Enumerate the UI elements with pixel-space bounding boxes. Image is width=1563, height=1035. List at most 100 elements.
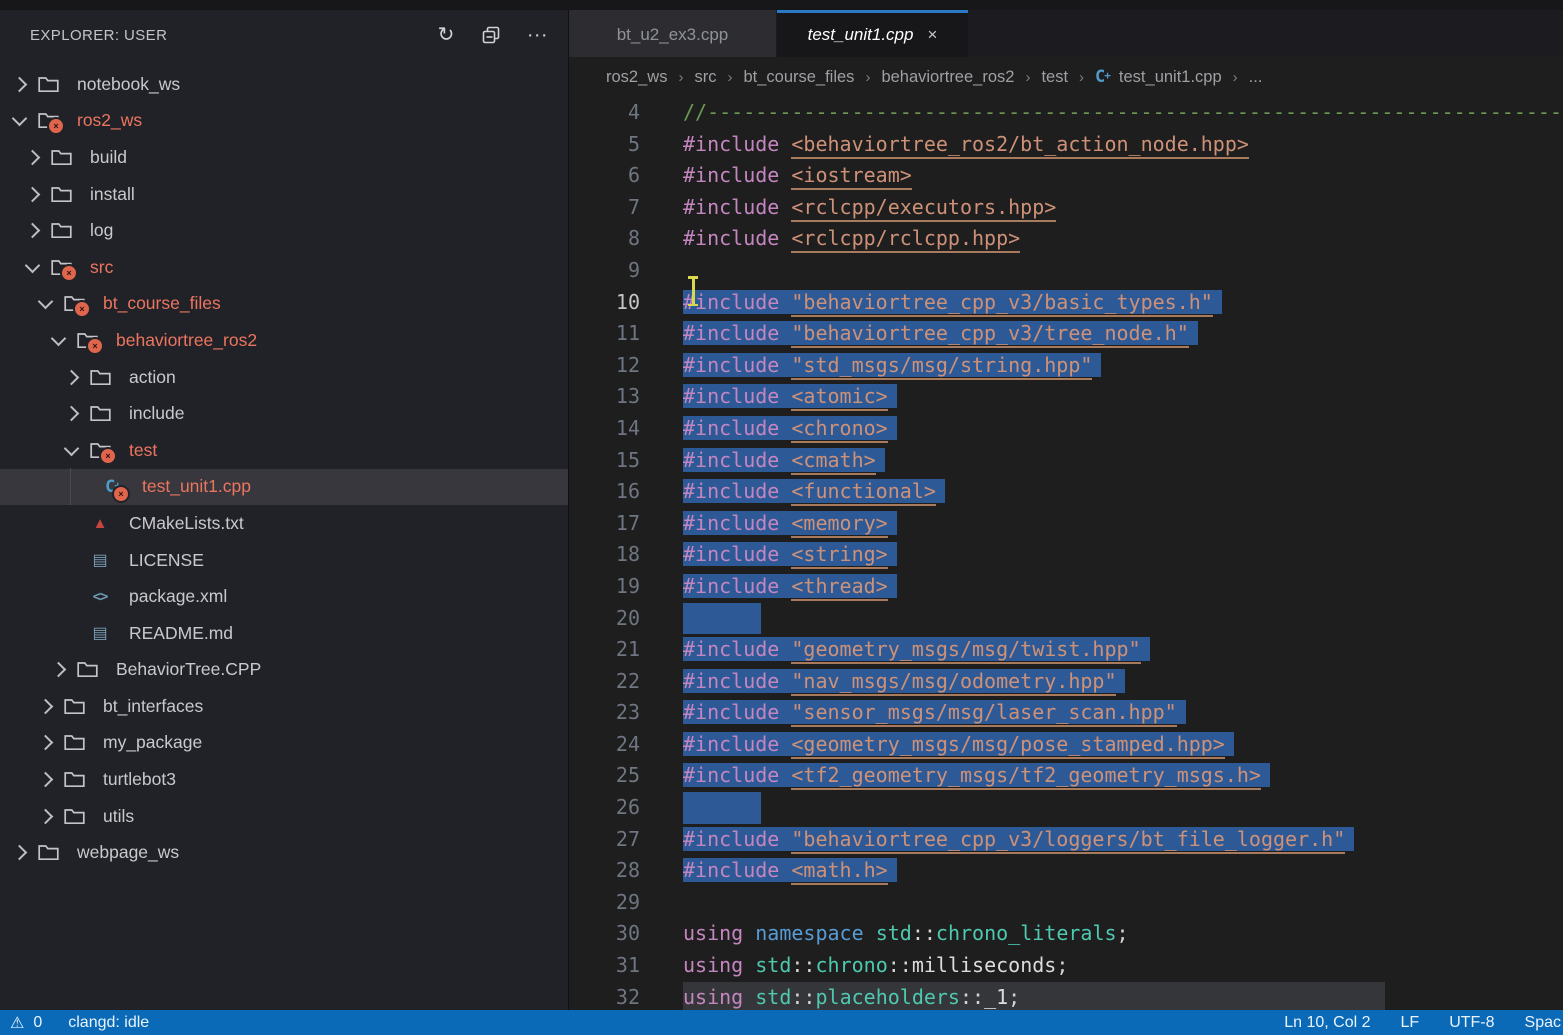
chevron-right-icon[interactable]	[64, 406, 80, 422]
close-icon[interactable]: ×	[927, 25, 937, 45]
line-number[interactable]: 9	[569, 255, 640, 287]
line-number[interactable]: 11	[569, 318, 640, 350]
tree-item-webpage_ws[interactable]: webpage_ws	[0, 834, 568, 871]
indent-indicator[interactable]: Spac	[1525, 1014, 1561, 1032]
chevron-down-icon[interactable]	[25, 257, 41, 273]
line-number[interactable]: 4	[569, 97, 640, 129]
breadcrumb-item-bt_course_files[interactable]: bt_course_files	[743, 68, 854, 87]
tree-item-build[interactable]: build	[0, 139, 568, 176]
breadcrumb-item-test_unit1.cpp[interactable]: test_unit1.cpp	[1119, 68, 1222, 87]
chevron-right-icon[interactable]	[25, 223, 41, 239]
code-line-14[interactable]: 14#include <chrono>	[569, 413, 1563, 445]
code-line-28[interactable]: 28#include <math.h>	[569, 855, 1563, 887]
encoding-indicator[interactable]: UTF-8	[1449, 1014, 1494, 1032]
line-number[interactable]: 8	[569, 223, 640, 255]
tree-item-include[interactable]: include	[0, 395, 568, 432]
line-number[interactable]: 32	[569, 982, 640, 1010]
chevron-right-icon[interactable]	[12, 845, 28, 861]
chevron-down-icon[interactable]	[38, 294, 54, 310]
line-number[interactable]: 10	[569, 287, 640, 319]
line-number[interactable]: 6	[569, 160, 640, 192]
line-number[interactable]: 13	[569, 381, 640, 413]
tab-bt_u2_ex3.cpp[interactable]: bt_u2_ex3.cpp	[569, 10, 776, 57]
line-number[interactable]: 28	[569, 855, 640, 887]
tree-item-action[interactable]: action	[0, 359, 568, 396]
tree-item-package.xml[interactable]: <>package.xml	[0, 578, 568, 615]
code-line-30[interactable]: 30using namespace std::chrono_literals;	[569, 918, 1563, 950]
code-line-20[interactable]: 20	[569, 603, 1563, 635]
code-line-6[interactable]: 6#include <iostream>	[569, 160, 1563, 192]
chevron-right-icon[interactable]	[51, 662, 67, 678]
code-line-23[interactable]: 23#include "sensor_msgs/msg/laser_scan.h…	[569, 697, 1563, 729]
chevron-down-icon[interactable]	[12, 111, 28, 127]
chevron-right-icon[interactable]	[38, 808, 54, 824]
collapse-folders-icon[interactable]	[482, 26, 500, 44]
line-number[interactable]: 15	[569, 445, 640, 477]
line-number[interactable]: 27	[569, 824, 640, 856]
tree-item-BehaviorTree.CPP[interactable]: BehaviorTree.CPP	[0, 652, 568, 689]
breadcrumb-item-ros2_ws[interactable]: ros2_ws	[606, 68, 667, 87]
tree-item-notebook_ws[interactable]: notebook_ws	[0, 66, 568, 103]
line-number[interactable]: 5	[569, 129, 640, 161]
line-number[interactable]: 7	[569, 192, 640, 224]
code-editor[interactable]: 4//-------------------------------------…	[569, 97, 1563, 1010]
line-number[interactable]: 30	[569, 918, 640, 950]
eol-indicator[interactable]: LF	[1401, 1014, 1420, 1032]
line-number[interactable]: 26	[569, 792, 640, 824]
chevron-right-icon[interactable]	[25, 150, 41, 166]
line-number[interactable]: 16	[569, 476, 640, 508]
tree-item-install[interactable]: install	[0, 176, 568, 213]
code-line-22[interactable]: 22#include "nav_msgs/msg/odometry.hpp"	[569, 666, 1563, 698]
code-line-5[interactable]: 5#include <behaviortree_ros2/bt_action_n…	[569, 129, 1563, 161]
line-number[interactable]: 12	[569, 350, 640, 382]
chevron-right-icon[interactable]	[38, 772, 54, 788]
code-line-4[interactable]: 4//-------------------------------------…	[569, 97, 1563, 129]
line-number[interactable]: 20	[569, 603, 640, 635]
chevron-right-icon[interactable]	[64, 369, 80, 385]
tree-item-README.md[interactable]: ▤README.md	[0, 615, 568, 652]
breadcrumb-item-...[interactable]: ...	[1249, 68, 1263, 87]
chevron-right-icon[interactable]	[25, 186, 41, 202]
tree-item-behaviortree_ros2[interactable]: ×behaviortree_ros2	[0, 322, 568, 359]
code-line-17[interactable]: 17#include <memory>	[569, 508, 1563, 540]
code-line-26[interactable]: 26	[569, 792, 1563, 824]
code-line-11[interactable]: 11#include "behaviortree_cpp_v3/tree_nod…	[569, 318, 1563, 350]
breadcrumb-item-test[interactable]: test	[1041, 68, 1068, 87]
code-line-16[interactable]: 16#include <functional>	[569, 476, 1563, 508]
tree-item-CMakeLists.txt[interactable]: ▲CMakeLists.txt	[0, 505, 568, 542]
tree-item-my_package[interactable]: my_package	[0, 725, 568, 762]
code-line-24[interactable]: 24#include <geometry_msgs/msg/pose_stamp…	[569, 729, 1563, 761]
tree-item-bt_course_files[interactable]: ×bt_course_files	[0, 286, 568, 323]
code-line-9[interactable]: 9	[569, 255, 1563, 287]
chevron-down-icon[interactable]	[64, 440, 80, 456]
code-line-21[interactable]: 21#include "geometry_msgs/msg/twist.hpp"	[569, 634, 1563, 666]
code-line-18[interactable]: 18#include <string>	[569, 539, 1563, 571]
chevron-right-icon[interactable]	[12, 77, 28, 93]
code-line-15[interactable]: 15#include <cmath>	[569, 445, 1563, 477]
cursor-position[interactable]: Ln 10, Col 2	[1284, 1014, 1370, 1032]
code-line-7[interactable]: 7#include <rclcpp/executors.hpp>	[569, 192, 1563, 224]
line-number[interactable]: 23	[569, 697, 640, 729]
line-number[interactable]: 21	[569, 634, 640, 666]
tree-item-log[interactable]: log	[0, 212, 568, 249]
code-line-31[interactable]: 31using std::chrono::milliseconds;	[569, 950, 1563, 982]
breadcrumb-item-src[interactable]: src	[694, 68, 716, 87]
tree-item-ros2_ws[interactable]: ×ros2_ws	[0, 103, 568, 140]
code-line-27[interactable]: 27#include "behaviortree_cpp_v3/loggers/…	[569, 824, 1563, 856]
refresh-icon[interactable]: ↻	[438, 25, 455, 45]
line-number[interactable]: 31	[569, 950, 640, 982]
line-number[interactable]: 18	[569, 539, 640, 571]
chevron-right-icon[interactable]	[38, 699, 54, 715]
line-number[interactable]: 22	[569, 666, 640, 698]
line-number[interactable]: 25	[569, 760, 640, 792]
tree-item-utils[interactable]: utils	[0, 798, 568, 835]
clangd-status[interactable]: clangd: idle	[68, 1014, 149, 1032]
code-line-19[interactable]: 19#include <thread>	[569, 571, 1563, 603]
line-number[interactable]: 14	[569, 413, 640, 445]
code-line-10[interactable]: 10#include "behaviortree_cpp_v3/basic_ty…	[569, 287, 1563, 319]
tree-item-turtlebot3[interactable]: turtlebot3	[0, 761, 568, 798]
code-line-12[interactable]: 12#include "std_msgs/msg/string.hpp"	[569, 350, 1563, 382]
chevron-down-icon[interactable]	[51, 331, 67, 347]
chevron-right-icon[interactable]	[38, 735, 54, 751]
problems-indicator[interactable]: ⚠ 0	[10, 1013, 42, 1033]
